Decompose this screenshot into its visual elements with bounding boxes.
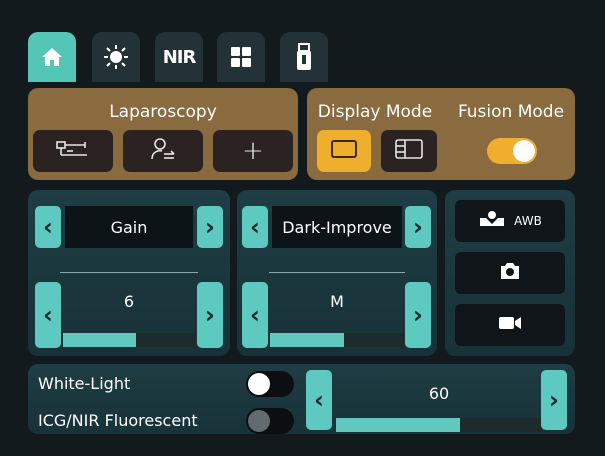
gain-level-fill: [63, 333, 136, 347]
user-switch-button[interactable]: [123, 130, 203, 172]
light-icon: [103, 44, 129, 70]
chevron-left-icon: ‹: [250, 301, 260, 329]
intensity-increase-button[interactable]: ›: [541, 370, 567, 430]
intensity-decrease-button[interactable]: ‹: [306, 370, 332, 430]
light-mode-panel: White-Light ICG/NIR Fluorescent ‹ 60 ›: [28, 364, 575, 434]
dark-improve-decrease-button[interactable]: ‹: [242, 282, 268, 348]
dark-improve-prev-button[interactable]: ‹: [242, 206, 268, 248]
record-button[interactable]: [455, 304, 565, 346]
split-view-icon: [394, 138, 424, 164]
tab-grid[interactable]: [217, 32, 265, 82]
gain-value: 6: [123, 292, 135, 311]
split-view-button[interactable]: [381, 130, 437, 172]
chevron-right-icon: ›: [549, 386, 559, 414]
toggle-knob: [513, 140, 535, 162]
gain-decrease-button[interactable]: ‹: [35, 282, 61, 348]
laparoscopy-panel: Laparoscopy +: [28, 88, 298, 180]
dark-improve-panel: ‹ Dark-Improve › ‹ M ›: [237, 190, 437, 356]
tab-light[interactable]: [92, 32, 140, 82]
scope-tool-icon: [55, 139, 91, 163]
side-controls-panel: AWB: [445, 190, 575, 356]
user-switch-icon: [150, 137, 176, 165]
tab-usb[interactable]: [280, 32, 328, 82]
chevron-left-icon: ‹: [43, 301, 53, 329]
add-icon: +: [242, 136, 264, 166]
chevron-right-icon: ›: [205, 213, 215, 241]
chevron-left-icon: ‹: [250, 213, 260, 241]
camera-icon: [499, 262, 521, 284]
gain-panel: ‹ Gain › ‹ 6 ›: [28, 190, 230, 356]
white-light-label: White-Light: [38, 374, 131, 393]
dark-improve-level-fill: [270, 333, 344, 347]
toggle-knob: [248, 373, 270, 395]
intensity-level-fill: [336, 418, 460, 432]
tab-home[interactable]: [28, 32, 76, 82]
gain-title: Gain: [65, 206, 193, 248]
grid-icon: [228, 44, 254, 70]
chevron-left-icon: ‹: [314, 386, 324, 414]
single-view-button[interactable]: [317, 130, 371, 172]
white-light-toggle[interactable]: [246, 371, 294, 397]
dark-improve-increase-button[interactable]: ›: [405, 282, 431, 348]
record-icon: [498, 315, 522, 335]
nir-label: NIR: [162, 46, 197, 68]
gain-increase-button[interactable]: ›: [197, 282, 223, 348]
awb-icon: [478, 210, 506, 232]
scope-tool-button[interactable]: [33, 130, 113, 172]
intensity-level-track: [336, 418, 542, 432]
awb-label: AWB: [514, 214, 542, 228]
usb-icon: [291, 43, 317, 70]
home-icon: [39, 44, 65, 70]
chevron-right-icon: ›: [413, 301, 423, 329]
intensity-value: 60: [428, 384, 450, 403]
laparoscopy-title: Laparoscopy: [109, 102, 217, 122]
gain-level-track: [63, 333, 195, 347]
fusion-mode-toggle[interactable]: [487, 138, 537, 164]
single-view-icon: [330, 139, 358, 163]
gain-prev-button[interactable]: ‹: [35, 206, 61, 248]
chevron-left-icon: ‹: [43, 213, 53, 241]
nir-icon: NIR: [162, 44, 197, 70]
tab-bar: NIR: [28, 32, 328, 82]
icg-nir-toggle[interactable]: [246, 408, 294, 434]
fusion-mode-title: Fusion Mode: [457, 102, 565, 122]
dark-improve-level-track: [270, 333, 404, 347]
divider: [60, 272, 198, 273]
dark-improve-title: Dark-Improve: [272, 206, 402, 248]
gain-next-button[interactable]: ›: [197, 206, 223, 248]
add-button[interactable]: +: [213, 130, 293, 172]
dark-improve-next-button[interactable]: ›: [405, 206, 431, 248]
display-mode-title: Display Mode: [317, 102, 433, 122]
toggle-knob: [248, 410, 270, 432]
camera-button[interactable]: [455, 252, 565, 294]
tab-nir[interactable]: NIR: [155, 32, 203, 82]
chevron-right-icon: ›: [413, 213, 423, 241]
chevron-right-icon: ›: [205, 301, 215, 329]
icg-nir-label: ICG/NIR Fluorescent: [38, 411, 198, 430]
divider: [269, 272, 405, 273]
awb-button[interactable]: AWB: [455, 200, 565, 242]
dark-improve-value: M: [330, 292, 344, 311]
display-fusion-panel: Display Mode Fusion Mode: [307, 88, 575, 180]
